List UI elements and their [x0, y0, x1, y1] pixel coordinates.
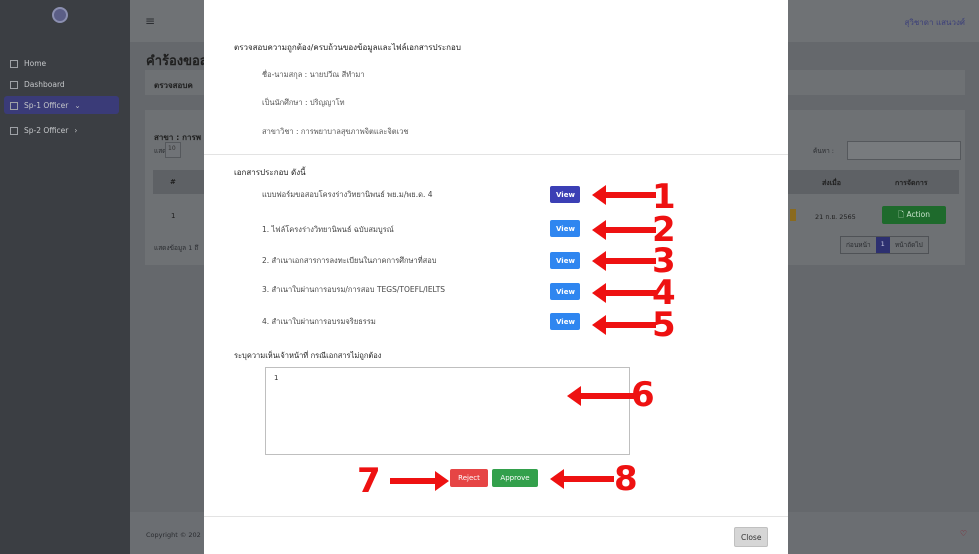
column-header-manage: การจัดการ	[895, 179, 928, 187]
divider	[204, 154, 788, 155]
annotation-arrow-8	[550, 469, 614, 489]
search-label: ค้นหา :	[813, 147, 834, 155]
sidebar-item-label: Sp-1 Officer	[24, 101, 69, 110]
sidebar-item-label: Home	[24, 59, 47, 68]
view-button-form[interactable]: View	[550, 186, 580, 203]
annotation-number-1: 1	[652, 177, 676, 217]
review-modal: ตรวจสอบความถูกต้อง/ครบถ้วนของข้อมูลและไฟ…	[204, 0, 788, 554]
annotation-arrow-3	[592, 251, 656, 271]
divider	[204, 516, 788, 517]
annotation-number-8: 8	[614, 459, 638, 499]
document-icon	[10, 126, 18, 135]
column-header-num: #	[170, 178, 176, 186]
sidebar-item-label: Sp-2 Officer	[24, 126, 69, 135]
annotation-number-7: 7	[357, 461, 381, 501]
document-icon	[10, 101, 18, 110]
sidebar-item-sp2-officer[interactable]: Sp-2 Officer ›	[10, 126, 77, 135]
user-name[interactable]: สุวิชาดา แสนวงศ์	[904, 16, 965, 29]
card-title: ตรวจสอบค	[154, 81, 193, 90]
search-input[interactable]	[847, 141, 961, 160]
action-button[interactable]: 🗋 Action	[882, 206, 946, 224]
table-cell-num: 1	[171, 212, 176, 220]
sidebar-item-dashboard[interactable]: Dashboard	[10, 80, 65, 89]
annotation-arrow-6	[567, 386, 636, 406]
copyright: Copyright © 202	[146, 531, 201, 539]
document-label: 2. สำเนาเอกสารการลงทะเบียนในภาคการศึกษาท…	[262, 256, 437, 265]
major: สาขาวิชา : การพยาบาลสุขภาพจิตและจิตเวช	[262, 127, 409, 136]
pagination-prev[interactable]: ก่อนหน้า	[841, 237, 876, 253]
showing-info: แสดงข้อมูล 1 ถึ	[154, 244, 199, 252]
chevron-right-icon: ›	[74, 126, 78, 135]
view-button-registration[interactable]: View	[550, 252, 580, 269]
heart-icon: ♡	[959, 529, 967, 538]
document-label: 4. สำเนาใบผ่านการอบรมจริยธรรม	[262, 317, 376, 326]
show-entries-value: 10	[168, 145, 176, 152]
annotation-arrow-1	[592, 185, 656, 205]
annotation-arrow-5	[592, 315, 656, 335]
view-button-language-test[interactable]: View	[550, 283, 580, 300]
approve-button[interactable]: Approve	[492, 469, 538, 487]
grid-icon	[10, 59, 18, 68]
pagination: ก่อนหน้า 1 หน้าถัดไป	[840, 236, 929, 254]
documents-heading: เอกสารประกอบ ดังนี้	[234, 168, 306, 177]
grid-icon	[10, 80, 18, 89]
applicant-name: ชื่อ-นามสกุล : นายปวีณ สีทำมา	[262, 70, 365, 79]
modal-title: ตรวจสอบความถูกต้อง/ครบถ้วนของข้อมูลและไฟ…	[234, 43, 461, 52]
close-button[interactable]: Close	[734, 527, 768, 547]
student-type: เป็นนักศึกษา : ปริญญาโท	[262, 98, 345, 107]
sidebar-item-home[interactable]: Home	[10, 59, 46, 68]
pagination-page-1[interactable]: 1	[875, 237, 890, 253]
show-entries-select[interactable]: 10	[165, 142, 181, 158]
action-label: Action	[906, 209, 930, 219]
sidebar-item-label: Dashboard	[24, 80, 65, 89]
annotation-number-5: 5	[652, 305, 676, 345]
annotation-arrow-4	[592, 283, 656, 303]
remark-label: ระบุความเห็นเจ้าหน้าที่ กรณีเอกสารไม่ถูก…	[234, 351, 382, 360]
column-header-sent: ส่งเมื่อ	[822, 179, 841, 187]
view-button-thesis[interactable]: View	[550, 220, 580, 237]
sidebar-item-sp1-officer[interactable]: Sp-1 Officer ⌄	[10, 101, 81, 110]
table-cell-date: 21 ก.ย. 2565	[815, 213, 856, 221]
view-button-ethics[interactable]: View	[550, 313, 580, 330]
document-label: 1. ไฟล์โครงร่างวิทยานิพนธ์ ฉบับสมบูรณ์	[262, 225, 394, 234]
status-badge	[790, 209, 796, 221]
document-label: แบบฟอร์มขอสอบโครงร่างวิทยานิพนธ์ พย.ม/พย…	[262, 190, 433, 199]
annotation-arrow-7	[390, 471, 449, 491]
remark-textarea[interactable]: 1	[265, 367, 630, 455]
menu-icon[interactable]: ≡	[145, 14, 155, 28]
annotation-number-6: 6	[631, 375, 655, 415]
document-label: 3. สำเนาใบผ่านการอบรม/การสอบ TEGS/TOEFL/…	[262, 285, 446, 294]
reject-button[interactable]: Reject	[450, 469, 488, 487]
chevron-down-icon: ⌄	[74, 101, 81, 110]
pagination-next[interactable]: หน้าถัดไป	[890, 237, 928, 253]
page-title: คำร้องขอส	[146, 54, 208, 69]
app-logo	[52, 7, 68, 23]
annotation-arrow-2	[592, 220, 656, 240]
